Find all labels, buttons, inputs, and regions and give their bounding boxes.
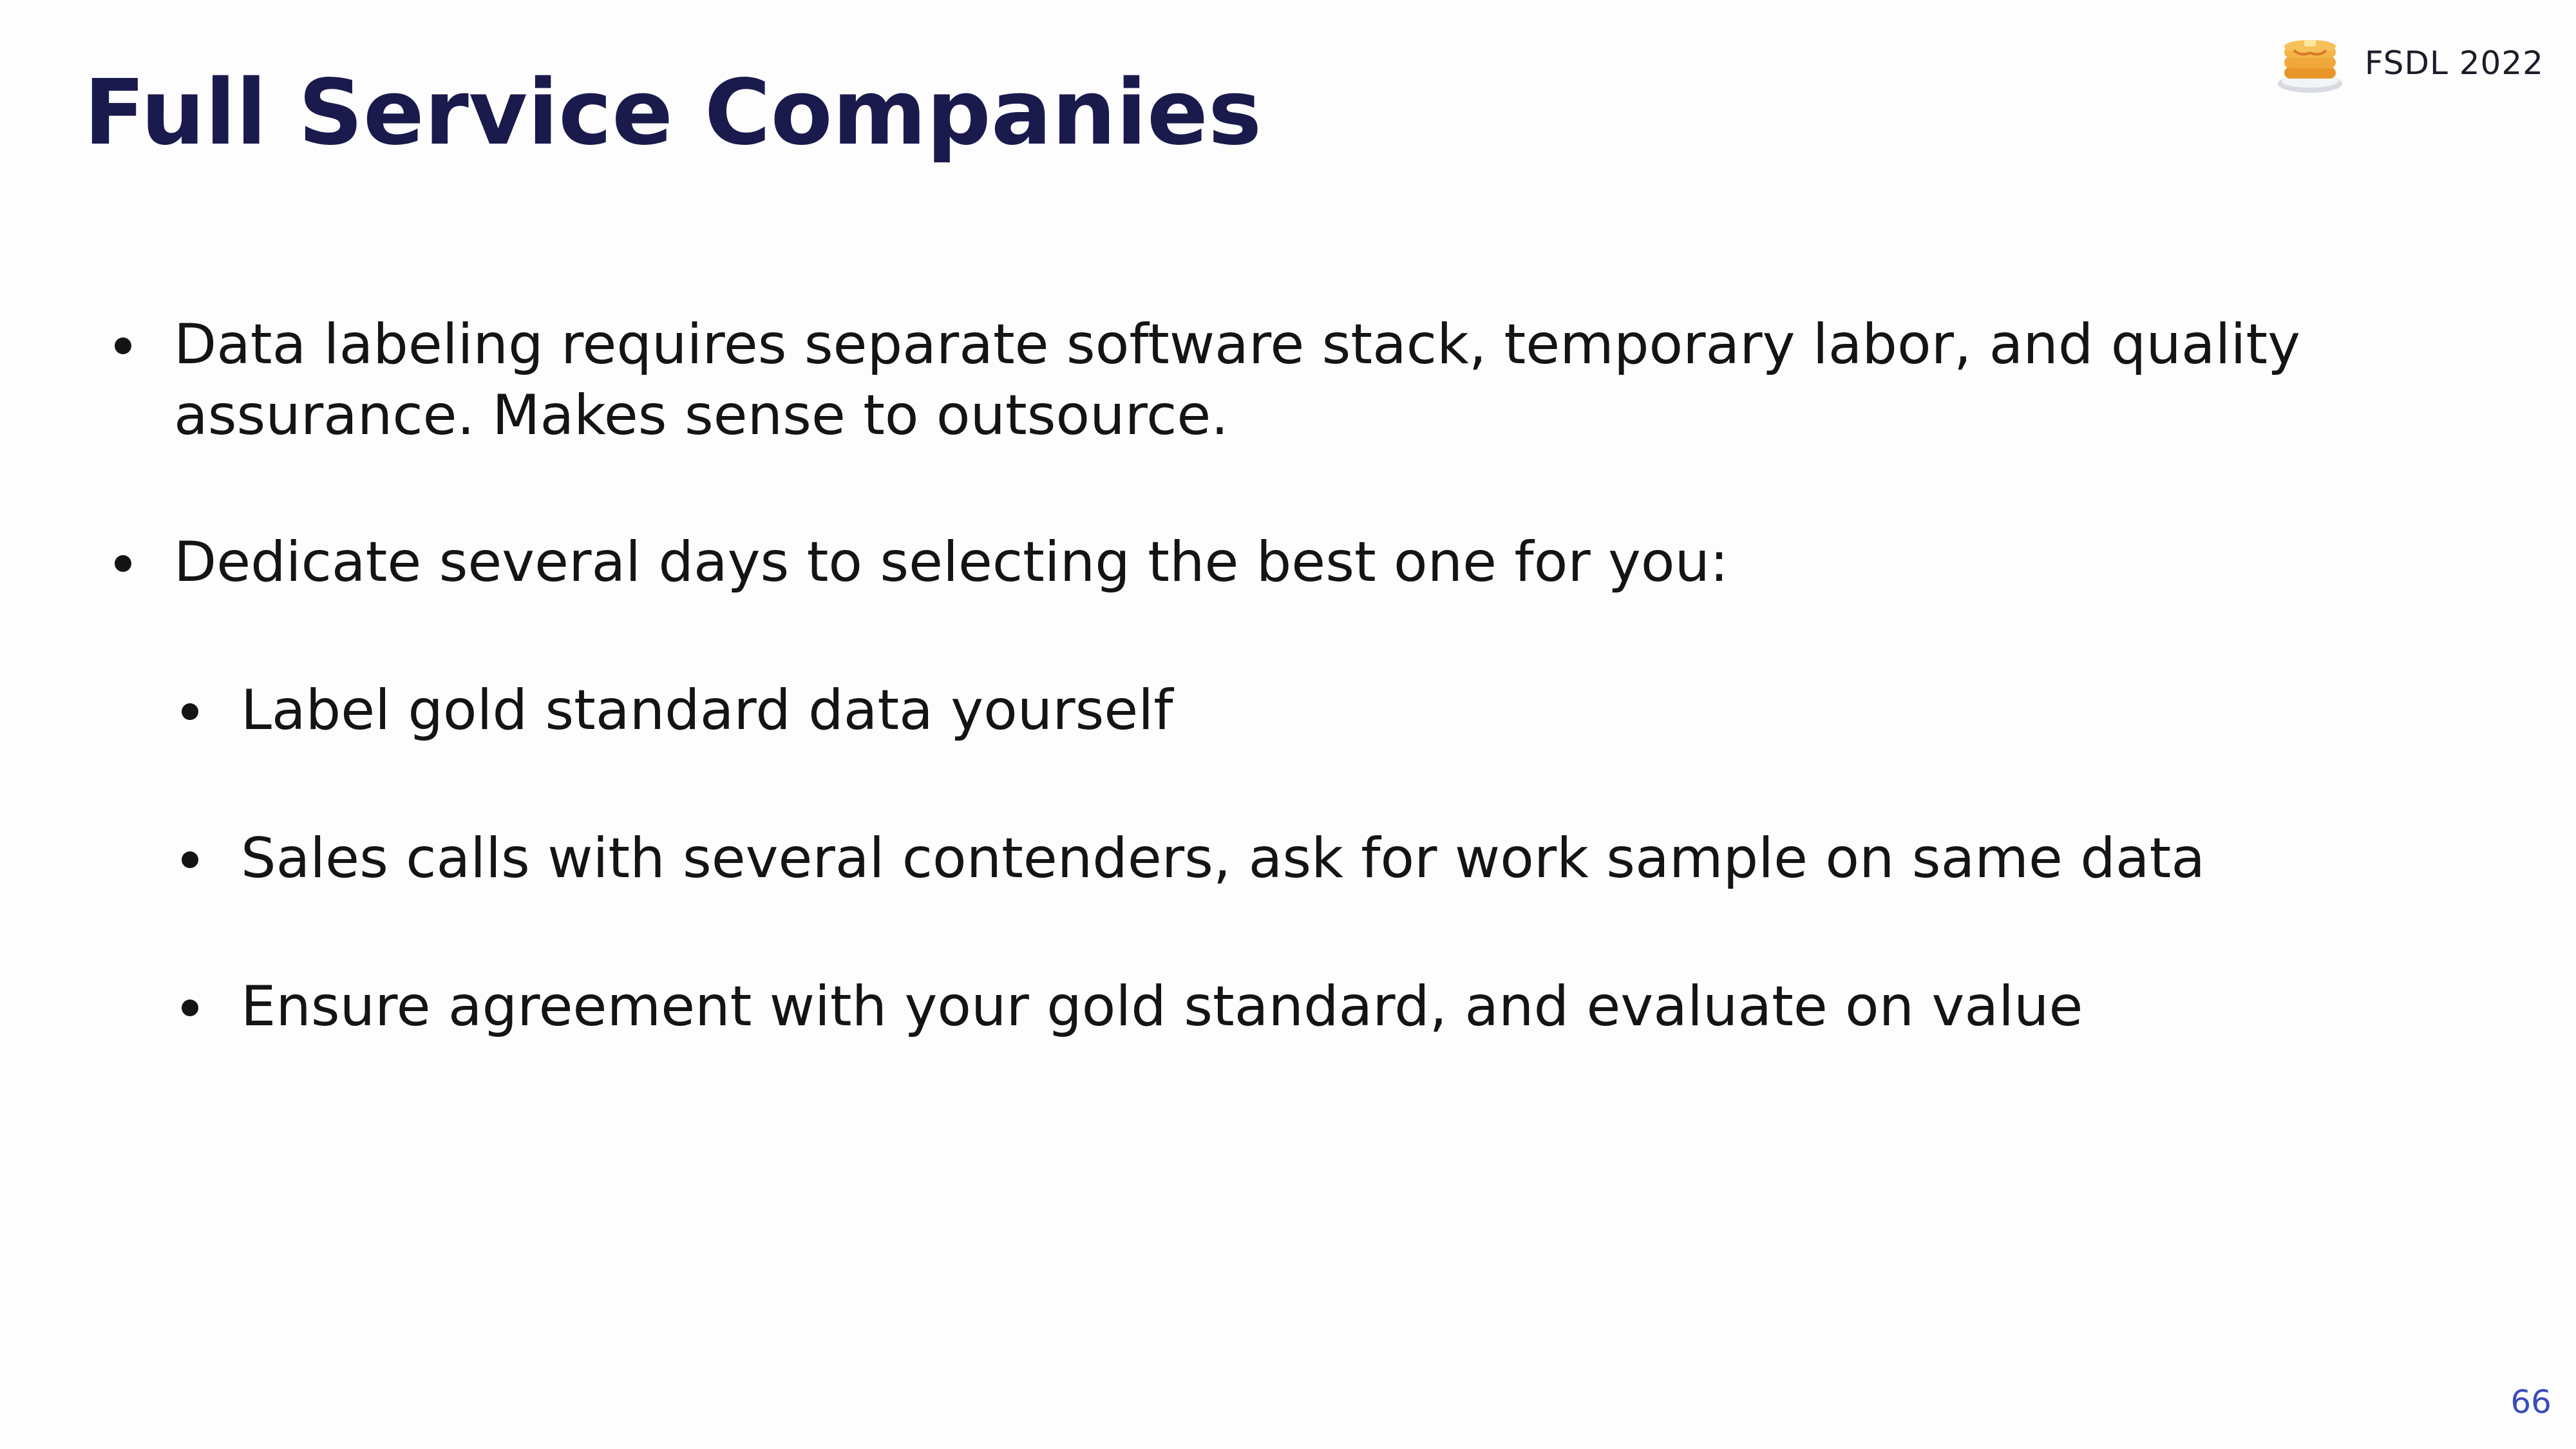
sub-bullet-text: Sales calls with several contenders, ask… [241, 826, 2206, 891]
brand-label: FSDL 2022 [2364, 44, 2544, 82]
page-number: 66 [2510, 1383, 2552, 1421]
bullet-dot-icon [115, 555, 131, 572]
bullet-list: Data labeling requires separate software… [115, 309, 2428, 1119]
bullet-text: Data labeling requires separate software… [174, 312, 2300, 448]
sub-bullet-item: Ensure agreement with your gold standard… [182, 971, 2428, 1042]
slide-title: Full Service Companies [84, 61, 1262, 166]
sub-bullet-item: Sales calls with several contenders, ask… [182, 823, 2428, 894]
sub-bullet-text: Ensure agreement with your gold standard… [241, 974, 2083, 1039]
bullet-item: Data labeling requires separate software… [115, 309, 2428, 451]
sub-bullet-list: Label gold standard data yourself Sales … [174, 675, 2428, 1042]
bullet-dot-icon [182, 851, 198, 868]
bullet-dot-icon [115, 337, 131, 354]
pancake-stack-icon [2275, 31, 2345, 95]
bullet-dot-icon [182, 703, 198, 720]
brand-header: FSDL 2022 [2275, 31, 2544, 95]
bullet-text: Dedicate several days to selecting the b… [174, 530, 1729, 594]
bullet-item: Dedicate several days to selecting the b… [115, 527, 2428, 1042]
bullet-dot-icon [182, 999, 198, 1016]
sub-bullet-item: Label gold standard data yourself [182, 675, 2428, 746]
sub-bullet-text: Label gold standard data yourself [241, 678, 1173, 743]
